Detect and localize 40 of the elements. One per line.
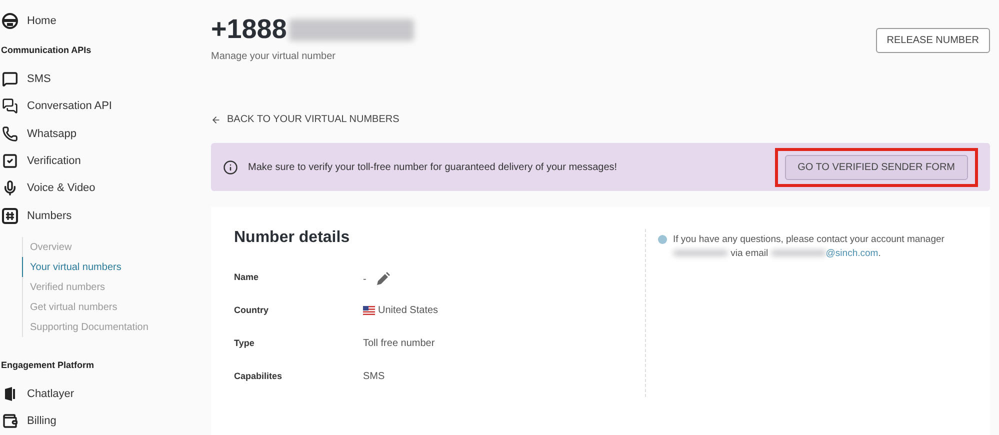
page-title: +1888 (211, 14, 287, 45)
sidebar-item[interactable]: Verification (0, 147, 200, 175)
field-label: Name (234, 272, 260, 282)
sidebar-item[interactable]: SMS (0, 65, 200, 93)
pencil-icon[interactable] (376, 272, 390, 286)
email-link[interactable]: @sinch.com (770, 248, 878, 259)
sidebar-item[interactable]: Chatlayer (0, 380, 200, 408)
sidebar-subitem[interactable]: Your virtual numbers (22, 257, 200, 278)
section-heading: Communication APIs (0, 44, 92, 57)
release-number-button[interactable]: RELEASE NUMBER (876, 28, 990, 53)
field-value: United States (378, 305, 438, 316)
section-heading: Engagement Platform (0, 358, 96, 372)
verified-sender-button[interactable]: GO TO VERIFIED SENDER FORM (784, 154, 968, 180)
field-value: - (363, 274, 366, 284)
arrow-left-icon (211, 114, 221, 124)
sidebar-item[interactable]: Conversation API (0, 92, 200, 120)
chat-bubble-icon (2, 71, 18, 88)
sidebar-item[interactable]: Whatsapp (0, 120, 200, 148)
contact-note: If you have any questions, please contact your account manager via email @sinch.com. (673, 233, 946, 261)
flag-icon (363, 306, 375, 315)
field-value: SMS (363, 371, 385, 382)
back-link[interactable]: BACK TO YOUR VIRTUAL NUMBERS (211, 114, 400, 125)
wallet-icon (2, 413, 18, 430)
book-icon (2, 386, 18, 402)
field-label: Type (234, 338, 256, 348)
microphone-icon (2, 180, 18, 196)
sidebar-item[interactable]: Numbers (0, 202, 200, 230)
hash-icon (2, 208, 18, 224)
sidebar-item[interactable]: Home (0, 7, 200, 34)
page-subtitle: Manage your virtual number (211, 51, 337, 62)
sidebar-item[interactable]: Billing (0, 408, 200, 435)
chat-bubbles-icon (2, 98, 18, 114)
alert-text: Make sure to verify your toll-free number for guaranteed delivery of your messages! (248, 162, 618, 172)
checkbox-icon (2, 153, 18, 170)
field-value: Toll free number (363, 338, 435, 349)
sidebar-item[interactable]: Voice & Video (0, 174, 200, 202)
field-label: Capabilites (234, 371, 284, 381)
card-title: Number details (234, 229, 351, 247)
phone-icon (2, 126, 18, 142)
field-label: Country (234, 305, 270, 315)
